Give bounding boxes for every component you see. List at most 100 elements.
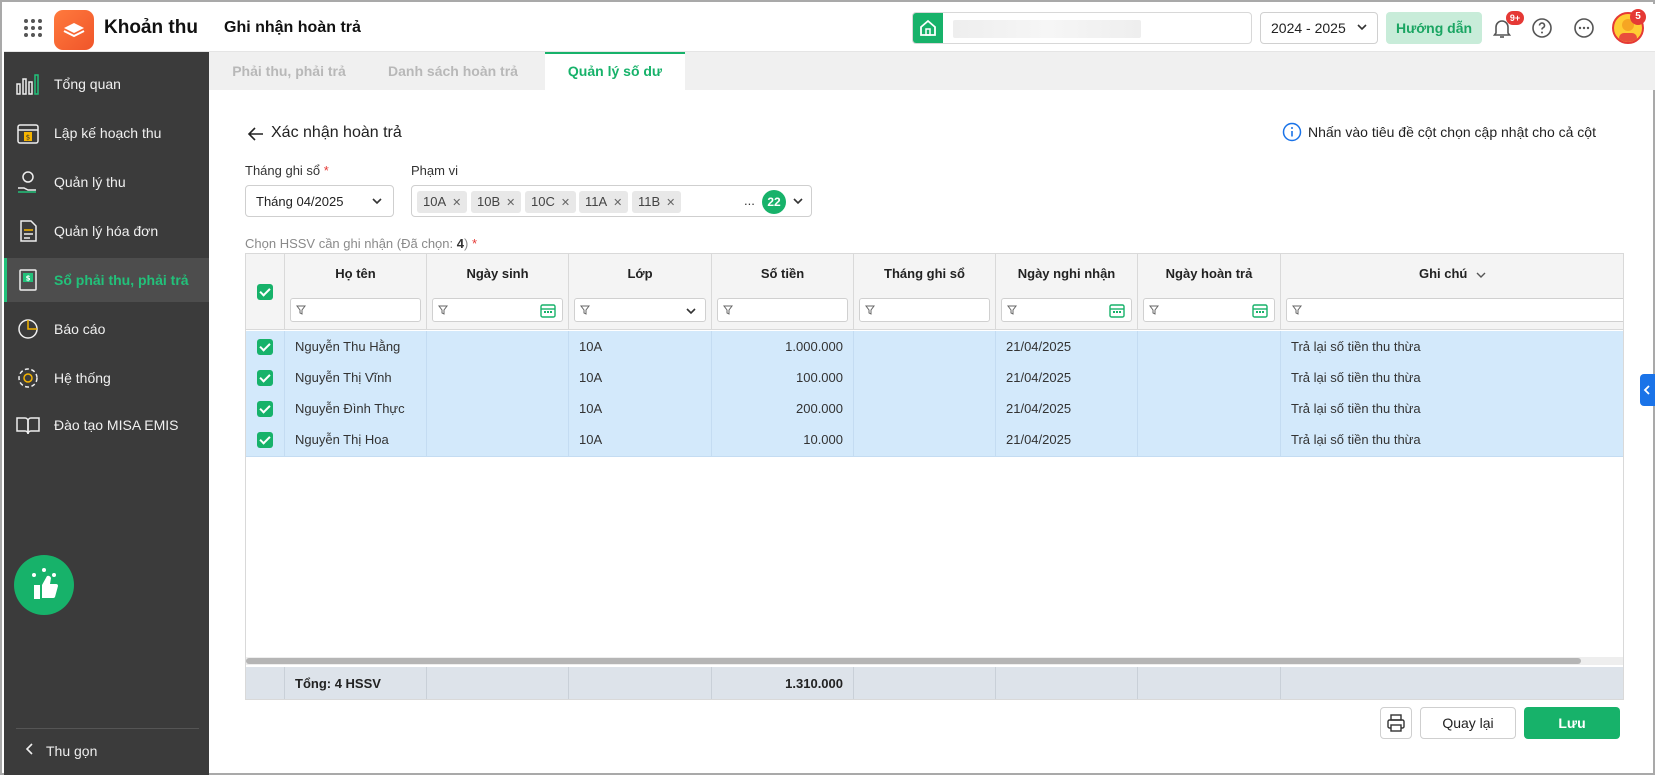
column-header-refund-date[interactable]: Ngày hoàn trả	[1138, 254, 1281, 330]
tab-receivables-payables[interactable]: Phải thu, phải trả	[209, 52, 369, 90]
column-header-month[interactable]: Tháng ghi sổ	[854, 254, 996, 330]
cell-refund-date[interactable]	[1138, 331, 1281, 363]
tab-balance-management[interactable]: Quản lý số dư	[545, 52, 685, 90]
column-header-amount[interactable]: Số tiền	[712, 254, 854, 330]
cell-recorded-date[interactable]: 21/04/2025	[996, 424, 1138, 456]
sidebar-item-ledger[interactable]: $ Sổ phải thu, phải trả	[4, 258, 209, 302]
amount-filter-input[interactable]	[717, 298, 848, 322]
column-title[interactable]: Lớp	[569, 266, 711, 281]
print-button[interactable]	[1380, 707, 1412, 739]
cell-note[interactable]: Trả lại số tiền thu thừa	[1281, 362, 1623, 394]
close-icon[interactable]: ✕	[506, 197, 515, 209]
home-icon[interactable]	[913, 13, 943, 43]
cell-class[interactable]: 10A	[569, 331, 712, 363]
select-all-checkbox[interactable]	[257, 284, 273, 300]
column-title[interactable]: Ghi chú	[1281, 266, 1623, 281]
sidebar-item-system[interactable]: Hệ thống	[4, 356, 209, 400]
back-button[interactable]: Quay lại	[1420, 707, 1516, 739]
scope-chip[interactable]: 10B ✕	[471, 191, 522, 213]
cell-class[interactable]: 10A	[569, 424, 712, 456]
cell-amount[interactable]: 100.000	[712, 362, 854, 394]
cell-month[interactable]	[854, 362, 996, 394]
row-checkbox[interactable]	[257, 370, 273, 386]
column-header-dob[interactable]: Ngày sinh	[427, 254, 569, 330]
row-checkbox[interactable]	[257, 339, 273, 355]
close-icon[interactable]: ✕	[561, 197, 570, 209]
cell-dob[interactable]	[427, 362, 569, 394]
more-options-icon[interactable]	[1572, 16, 1596, 40]
side-panel-toggle[interactable]	[1640, 374, 1655, 406]
cell-name[interactable]: Nguyễn Thị Vĩnh	[285, 362, 427, 394]
column-title[interactable]: Ngày sinh	[427, 266, 568, 281]
note-filter-input[interactable]	[1286, 298, 1623, 322]
column-header-recorded-date[interactable]: Ngày nghi nhận	[996, 254, 1138, 330]
table-row[interactable]: Nguyễn Đình Thực 10A 200.000 21/04/2025 …	[246, 393, 1623, 426]
cell-name[interactable]: Nguyễn Đình Thực	[285, 393, 427, 425]
cell-refund-date[interactable]	[1138, 362, 1281, 394]
close-icon[interactable]: ✕	[452, 197, 461, 209]
school-year-select[interactable]: 2024 - 2025	[1260, 12, 1378, 44]
cell-name[interactable]: Nguyễn Thu Hằng	[285, 331, 427, 363]
sidebar-item-collections[interactable]: Quản lý thu	[4, 160, 209, 204]
cell-amount[interactable]: 1.000.000	[712, 331, 854, 363]
save-button[interactable]: Lưu	[1524, 707, 1620, 739]
close-icon[interactable]: ✕	[613, 197, 622, 209]
sidebar-item-invoices[interactable]: Quản lý hóa đơn	[4, 209, 209, 253]
chevron-down-icon[interactable]	[792, 195, 804, 207]
column-title[interactable]: Ngày nghi nhận	[996, 266, 1137, 281]
cell-recorded-date[interactable]: 21/04/2025	[996, 331, 1138, 363]
month-filter-input[interactable]	[859, 298, 990, 322]
column-header-note[interactable]: Ghi chú	[1281, 254, 1623, 330]
sidebar-item-training[interactable]: Đào tạo MISA EMIS	[4, 403, 209, 447]
collapse-sidebar-button[interactable]: Thu gọn	[24, 742, 97, 759]
cell-month[interactable]	[854, 424, 996, 456]
calendar-icon[interactable]	[540, 303, 556, 318]
scrollbar-thumb[interactable]	[246, 658, 1581, 664]
recorded-date-filter-input[interactable]	[1001, 298, 1132, 322]
school-selector[interactable]	[912, 12, 1252, 44]
month-select[interactable]: Tháng 04/2025	[245, 185, 394, 217]
scope-multiselect[interactable]: 10A ✕ 10B ✕ 10C ✕ 11A ✕ 11B ✕ ... 22	[411, 185, 812, 217]
calendar-icon[interactable]	[1252, 303, 1268, 318]
column-title[interactable]: Số tiền	[712, 266, 853, 281]
guide-button[interactable]: Hướng dẫn	[1386, 12, 1482, 44]
cell-month[interactable]	[854, 331, 996, 363]
scope-chip[interactable]: 11B ✕	[632, 191, 682, 213]
chevron-down-icon[interactable]	[1475, 269, 1487, 281]
close-icon[interactable]: ✕	[666, 197, 675, 209]
name-filter-input[interactable]	[290, 298, 421, 322]
column-title[interactable]: Ngày hoàn trả	[1138, 266, 1280, 281]
cell-name[interactable]: Nguyễn Thị Hoa	[285, 424, 427, 456]
scope-chip[interactable]: 10A ✕	[417, 191, 468, 213]
cell-note[interactable]: Trả lại số tiền thu thừa	[1281, 331, 1623, 363]
cell-note[interactable]: Trả lại số tiền thu thừa	[1281, 424, 1623, 456]
class-filter-select[interactable]	[574, 298, 706, 322]
feedback-button[interactable]	[14, 555, 74, 615]
cell-recorded-date[interactable]: 21/04/2025	[996, 362, 1138, 394]
column-header-name[interactable]: Họ tên	[285, 254, 427, 330]
cell-dob[interactable]	[427, 331, 569, 363]
sidebar-item-overview[interactable]: Tổng quan	[4, 62, 209, 106]
sidebar-item-reports[interactable]: Báo cáo	[4, 307, 209, 351]
app-grid-icon[interactable]	[24, 19, 42, 37]
table-row[interactable]: Nguyễn Thị Hoa 10A 10.000 21/04/2025 Trả…	[246, 424, 1623, 457]
cell-dob[interactable]	[427, 393, 569, 425]
scope-chip[interactable]: 10C ✕	[525, 191, 577, 213]
table-row[interactable]: Nguyễn Thị Vĩnh 10A 100.000 21/04/2025 T…	[246, 362, 1623, 395]
column-header-class[interactable]: Lớp	[569, 254, 712, 330]
cell-class[interactable]: 10A	[569, 393, 712, 425]
cell-class[interactable]: 10A	[569, 362, 712, 394]
refund-date-filter-input[interactable]	[1143, 298, 1275, 322]
cell-amount[interactable]: 10.000	[712, 424, 854, 456]
cell-dob[interactable]	[427, 424, 569, 456]
tab-refund-list[interactable]: Danh sách hoàn trả	[369, 52, 537, 90]
column-title[interactable]: Tháng ghi sổ	[854, 266, 995, 281]
dob-filter-input[interactable]	[432, 298, 563, 322]
horizontal-scrollbar[interactable]	[246, 657, 1623, 665]
calendar-icon[interactable]	[1109, 303, 1125, 318]
arrow-left-icon[interactable]	[247, 125, 265, 143]
cell-recorded-date[interactable]: 21/04/2025	[996, 393, 1138, 425]
cell-note[interactable]: Trả lại số tiền thu thừa	[1281, 393, 1623, 425]
cell-amount[interactable]: 200.000	[712, 393, 854, 425]
cell-refund-date[interactable]	[1138, 424, 1281, 456]
